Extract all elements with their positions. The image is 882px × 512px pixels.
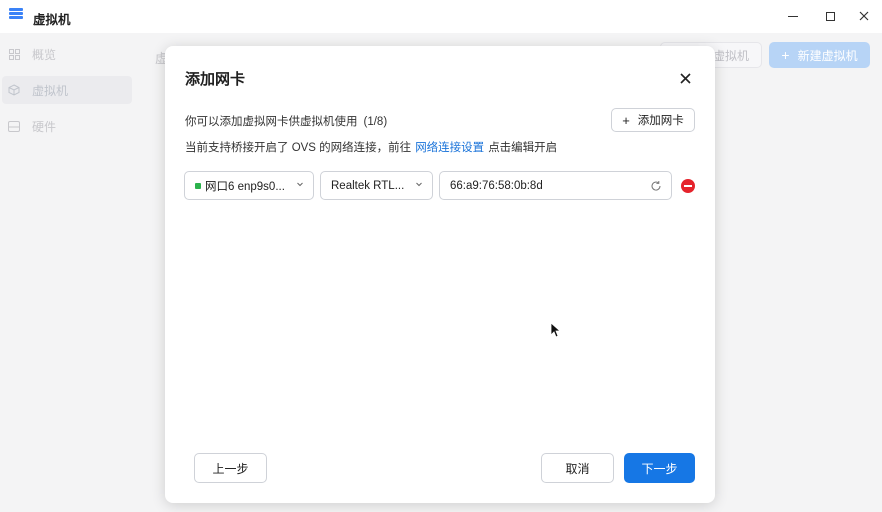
- drive-icon: [8, 120, 20, 132]
- port-select-value: 网口6 enp9s0...: [205, 180, 285, 193]
- sidebar-item-label: 硬件: [32, 119, 57, 134]
- chevron-down-icon: [416, 182, 422, 187]
- model-select-value: Realtek RTL...: [331, 179, 405, 192]
- chevron-down-icon: [297, 182, 303, 187]
- minimize-button[interactable]: [776, 4, 810, 28]
- dialog-title: 添加网卡: [185, 71, 246, 88]
- prev-step-button[interactable]: 上一步: [194, 453, 267, 483]
- model-select[interactable]: Realtek RTL...: [320, 171, 433, 200]
- minimize-icon: [788, 15, 798, 17]
- ovs-note-suffix: 点击编辑开启: [488, 142, 558, 154]
- grid-icon: [8, 48, 20, 60]
- remove-nic-button[interactable]: [681, 179, 695, 193]
- sidebar-item-overview[interactable]: 概览: [2, 40, 132, 68]
- refresh-icon[interactable]: [650, 180, 662, 192]
- description-text: 你可以添加虚拟网卡供虚拟机使用: [185, 116, 358, 128]
- cube-icon: [8, 84, 20, 96]
- minus-icon: [684, 185, 692, 187]
- new-vm-label: 新建虚拟机: [797, 48, 858, 63]
- maximize-button[interactable]: [813, 4, 847, 28]
- close-icon: [679, 72, 691, 84]
- next-step-button[interactable]: 下一步: [624, 453, 695, 483]
- sidebar-item-label: 概览: [32, 47, 57, 62]
- sidebar-item-vm[interactable]: 虚拟机: [2, 76, 132, 104]
- app-stack-icon: [9, 8, 23, 23]
- port-select[interactable]: 网口6 enp9s0...: [184, 171, 314, 200]
- dialog-description: 你可以添加虚拟网卡供虚拟机使用 (1/8): [185, 113, 387, 129]
- add-nic-button[interactable]: + 添加网卡: [611, 108, 695, 132]
- window-close-button[interactable]: [847, 4, 881, 28]
- new-vm-button[interactable]: + 新建虚拟机: [769, 42, 870, 68]
- cancel-button[interactable]: 取消: [541, 453, 614, 483]
- add-nic-dialog: 添加网卡 你可以添加虚拟网卡供虚拟机使用 (1/8) + 添加网卡 当前支持桥接开启…: [165, 46, 715, 503]
- maximize-icon: [825, 11, 835, 21]
- mouse-cursor-icon: [550, 322, 560, 338]
- sidebar-item-label: 虚拟机: [32, 83, 69, 98]
- vm-secondary-label: 虚拟机: [712, 48, 749, 63]
- plus-icon: +: [781, 47, 790, 63]
- title-bar: 虚拟机: [0, 0, 882, 33]
- port-status-dot: [195, 182, 201, 189]
- plus-icon: +: [622, 112, 630, 128]
- sidebar-item-hardware[interactable]: 硬件: [2, 112, 132, 140]
- mac-address-value: 66:a9:76:58:0b:8d: [450, 179, 543, 192]
- sidebar: 概览 虚拟机 硬件: [0, 33, 140, 512]
- mac-address-field[interactable]: 66:a9:76:58:0b:8d: [439, 171, 672, 200]
- close-icon: [859, 11, 869, 21]
- nic-count: (1/8): [363, 116, 388, 128]
- ovs-note-prefix: 当前支持桥接开启了 OVS 的网络连接，前往: [185, 142, 412, 154]
- add-nic-label: 添加网卡: [637, 115, 684, 127]
- ovs-note: 当前支持桥接开启了 OVS 的网络连接，前往 网络连接设置 点击编辑开启: [185, 139, 557, 155]
- network-settings-link[interactable]: 网络连接设置: [415, 142, 484, 154]
- dialog-close-button[interactable]: [675, 68, 695, 88]
- window-title: 虚拟机: [33, 13, 71, 27]
